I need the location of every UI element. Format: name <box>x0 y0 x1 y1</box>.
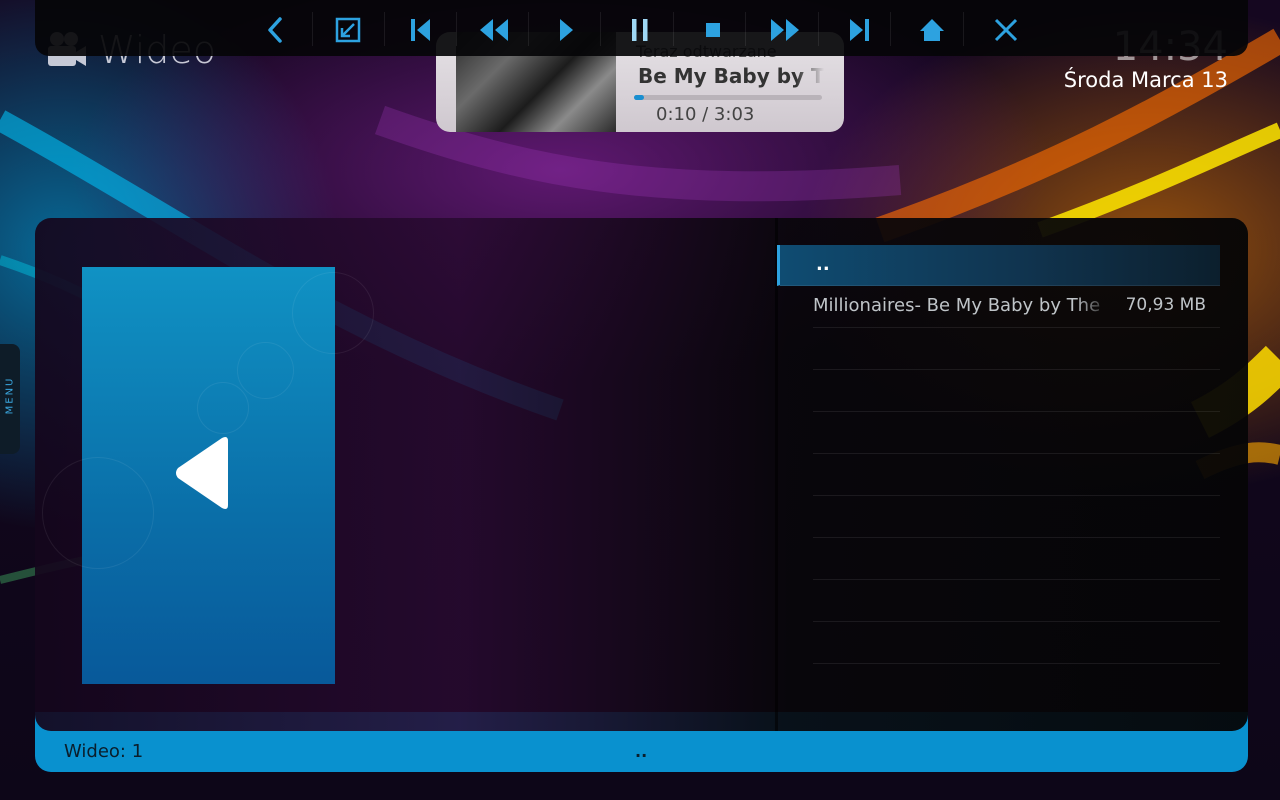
back-icon[interactable] <box>254 8 298 52</box>
footer-item-count: Wideo: 1 <box>64 741 144 762</box>
list-item-size: 70,93 MB <box>1125 295 1206 315</box>
list-item-empty <box>813 622 1220 664</box>
footer-path: .. <box>635 742 648 761</box>
fullscreen-icon[interactable] <box>326 8 370 52</box>
skip-next-icon[interactable] <box>837 8 881 52</box>
fast-forward-icon[interactable] <box>763 8 807 52</box>
now-playing-progress <box>634 95 822 100</box>
list-item-empty <box>813 538 1220 580</box>
list-item-empty <box>813 454 1220 496</box>
list-item-label: .. <box>816 254 830 275</box>
file-list: .. Millionaires- Be My Baby by The 70,93… <box>777 245 1220 664</box>
list-item-empty <box>813 580 1220 622</box>
list-item-label: Millionaires- Be My Baby by The <box>813 295 1101 316</box>
list-item-empty <box>813 412 1220 454</box>
list-item-empty <box>813 370 1220 412</box>
pause-icon[interactable] <box>618 8 662 52</box>
now-playing-progress-fill <box>634 95 645 100</box>
play-icon[interactable] <box>544 8 588 52</box>
rewind-icon[interactable] <box>472 8 516 52</box>
side-menu-tab[interactable]: MENU <box>0 344 20 454</box>
list-item-parent[interactable]: .. <box>777 245 1220 286</box>
side-menu-label: MENU <box>4 376 16 415</box>
main-panel: .. Millionaires- Be My Baby by The 70,93… <box>35 218 1248 731</box>
stop-icon[interactable] <box>691 8 735 52</box>
now-playing-title: Be My Baby by The <box>638 64 824 88</box>
back-arrow-icon <box>176 437 228 509</box>
list-item[interactable]: Millionaires- Be My Baby by The 70,93 MB <box>813 286 1220 328</box>
skip-previous-icon[interactable] <box>399 8 443 52</box>
folder-thumbnail[interactable] <box>42 267 374 684</box>
list-item-empty <box>813 328 1220 370</box>
home-icon[interactable] <box>910 8 954 52</box>
list-item-empty <box>813 496 1220 538</box>
clock-date: Środa Marca 13 <box>1063 68 1228 92</box>
transport-bar <box>35 0 1248 56</box>
now-playing-time: 0:10 / 3:03 <box>656 104 755 125</box>
close-icon[interactable] <box>984 8 1028 52</box>
